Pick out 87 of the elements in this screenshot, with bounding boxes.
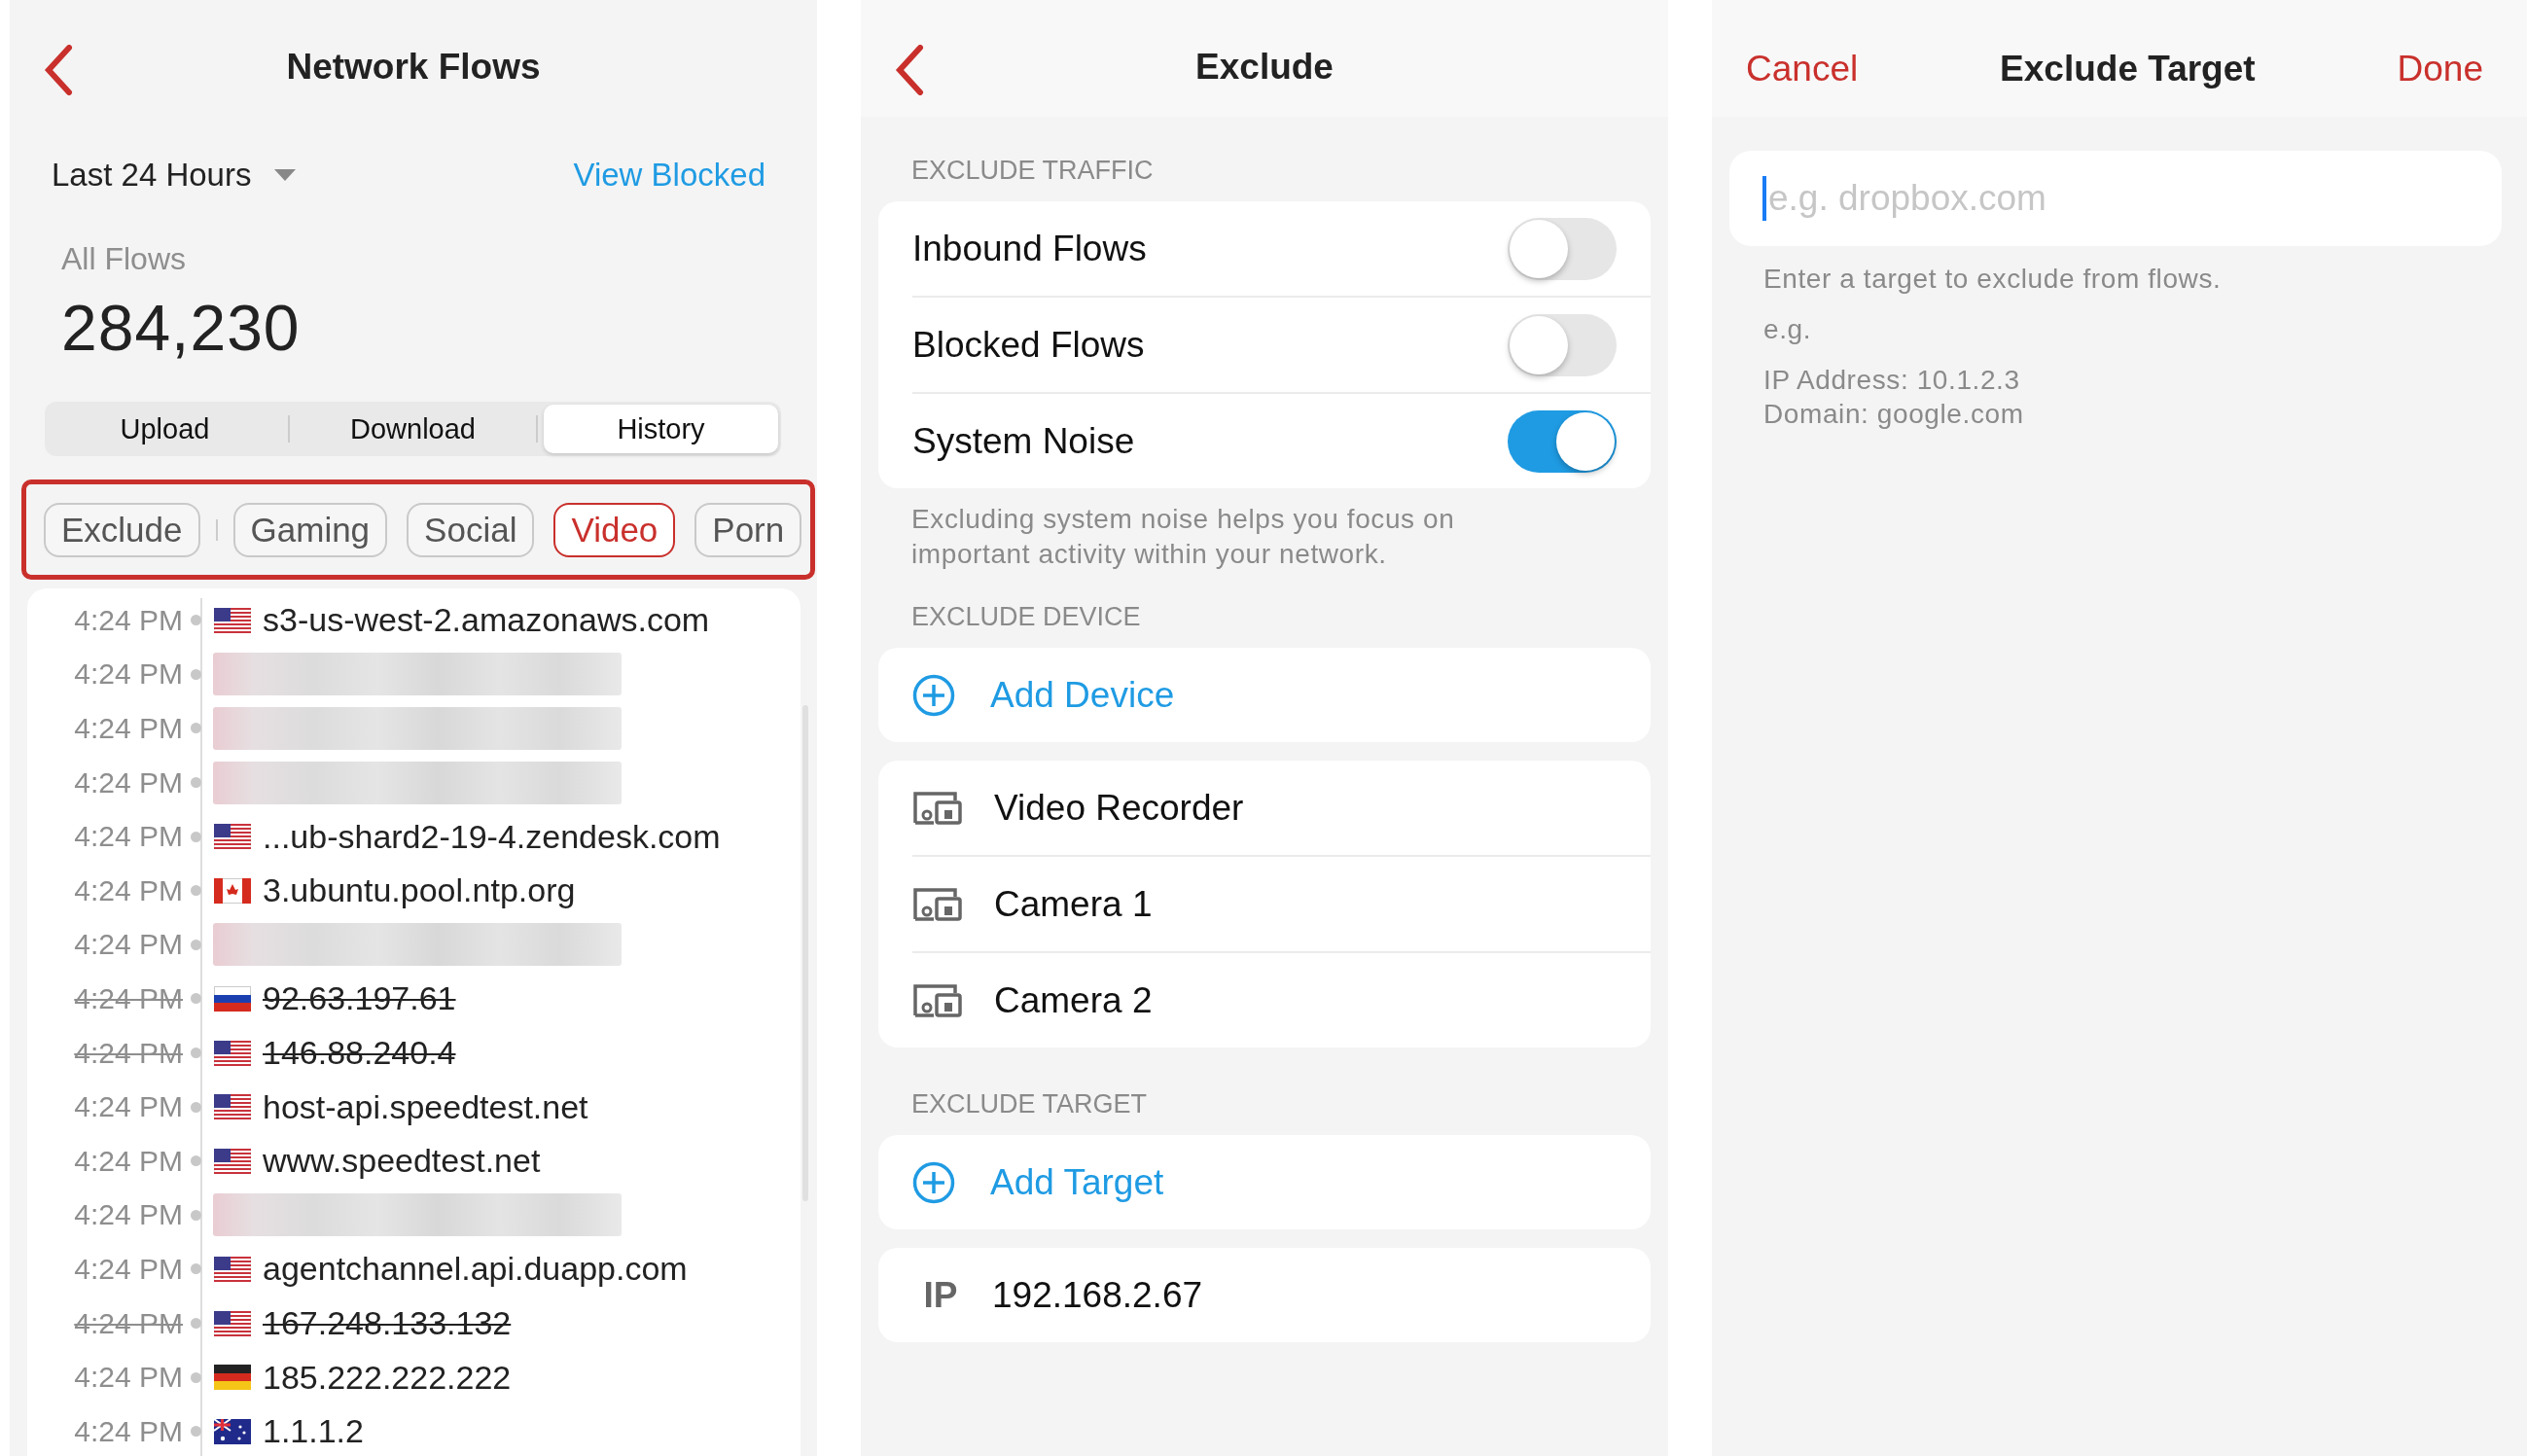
screen-title: Network Flows [286, 47, 541, 88]
dropdown-caret-icon [274, 169, 297, 181]
timeline-dot [191, 615, 201, 626]
flow-host[interactable]: 185.222.222.222 [263, 1358, 512, 1397]
flow-time: 4:24 PM [73, 1036, 183, 1070]
timeline-dot [191, 1426, 201, 1438]
flow-host[interactable]: agentchannel.api.duapp.com [263, 1250, 688, 1289]
back-icon[interactable] [895, 45, 924, 95]
flow-time: 4:24 PM [73, 873, 183, 907]
device-icon [912, 886, 963, 922]
segment-tab[interactable]: Download [296, 405, 530, 453]
target-value[interactable]: 192.168.2.67 [992, 1274, 1203, 1316]
flow-host[interactable]: 3.ubuntu.pool.ntp.org [263, 871, 576, 910]
add-icon [912, 673, 955, 717]
toggle-switch[interactable] [1508, 313, 1617, 376]
flow-time: 4:24 PM [73, 1144, 183, 1178]
segment-tab[interactable]: History [544, 405, 778, 453]
device-icon [912, 982, 963, 1018]
device-icon [912, 790, 963, 826]
help-text: Enter a target to exclude from flows. [1763, 264, 2223, 295]
toggle-switch[interactable] [1508, 217, 1617, 280]
flow-time: 4:24 PM [73, 1090, 183, 1124]
flow-time: 4:24 PM [73, 603, 183, 637]
timeline-dot [191, 1101, 201, 1113]
flow-time: 4:24 PM [73, 1306, 183, 1340]
timeline-dot [191, 1155, 201, 1167]
flow-time: 4:24 PM [73, 1414, 183, 1448]
screen-title: Exclude [1195, 47, 1334, 88]
flow-time: 4:24 PM [73, 981, 183, 1015]
add-icon [912, 1160, 955, 1204]
timeline-dot [191, 1263, 201, 1275]
flow-time: 4:24 PM [73, 1361, 183, 1395]
filter-chip[interactable]: Gaming [232, 502, 388, 557]
setting-label: System Noise [912, 420, 1136, 462]
timeline-dot [191, 668, 201, 680]
timeline-dot [191, 939, 201, 950]
timeline-dot [191, 831, 201, 842]
filter-chip[interactable]: Porn [694, 502, 802, 557]
filter-chip[interactable]: Video [553, 502, 676, 557]
timeline-dot [191, 1048, 201, 1059]
flow-host[interactable]: host-api.speedtest.net [263, 1087, 588, 1126]
time-range-dropdown[interactable]: Last 24 Hours [42, 149, 297, 201]
timeline-dot [191, 1318, 201, 1329]
toggle-switch[interactable] [1508, 409, 1617, 473]
cancel-button[interactable]: Cancel [1746, 49, 1859, 89]
timeline-dot [191, 993, 201, 1005]
flow-host[interactable]: 146.88.240.4 [263, 1034, 456, 1073]
total-label: All Flows [61, 241, 187, 277]
device-name[interactable]: Camera 1 [994, 883, 1153, 925]
screen-title: Exclude Target [2000, 49, 2256, 89]
timeline-dot [191, 885, 201, 897]
setting-label: Blocked Flows [912, 324, 1146, 366]
device-name[interactable]: Camera 2 [994, 979, 1153, 1021]
section-footnote: Excluding system noise helps you focus on important activity within your network. [910, 503, 1456, 571]
filter-chip[interactable]: Social [407, 502, 535, 557]
timeline-dot [191, 777, 201, 789]
flow-time: 4:24 PM [73, 657, 183, 692]
example-label: e.g. [1763, 314, 1813, 345]
flow-host[interactable]: s3-us-west-2.amazonaws.com [263, 601, 710, 640]
done-button[interactable]: Done [2397, 49, 2483, 89]
target-input-field[interactable]: e.g. dropbox.com [1729, 151, 2502, 246]
flow-count: 284,230 [61, 291, 302, 365]
flow-host[interactable]: 1.1.1.2 [263, 1412, 364, 1451]
section-header: EXCLUDE DEVICE [910, 601, 1142, 633]
timeline-dot [191, 1371, 201, 1383]
example-text: Domain: google.com [1763, 399, 2025, 430]
flow-host[interactable]: www.speedtest.net [263, 1142, 541, 1181]
flow-time: 4:24 PM [73, 712, 183, 745]
device-name[interactable]: Video Recorder [994, 787, 1244, 829]
flow-time: 4:24 PM [73, 928, 183, 962]
flow-time: 4:24 PM [73, 765, 183, 799]
timeline-dot [191, 723, 201, 734]
flow-time: 4:24 PM [73, 1252, 183, 1286]
flow-time: 4:24 PM [73, 820, 183, 854]
segment-tab[interactable]: Upload [48, 405, 282, 453]
example-text: IP Address: 10.1.2.3 [1763, 365, 2021, 396]
flow-time: 4:24 PM [73, 1198, 183, 1232]
section-header: EXCLUDE TRAFFIC [910, 155, 1155, 187]
target-type: IP [922, 1274, 959, 1316]
back-icon[interactable] [44, 45, 73, 95]
setting-label: Inbound Flows [912, 228, 1148, 269]
flow-host[interactable]: ...ub-shard2-19-4.zendesk.com [263, 817, 721, 856]
filter-chip[interactable]: Exclude [44, 502, 200, 557]
flow-host[interactable]: 92.63.197.61 [263, 979, 456, 1018]
flow-host[interactable]: 167.248.133.132 [263, 1304, 512, 1342]
timeline-dot [191, 1209, 201, 1221]
section-header: EXCLUDE TARGET [910, 1088, 1149, 1120]
